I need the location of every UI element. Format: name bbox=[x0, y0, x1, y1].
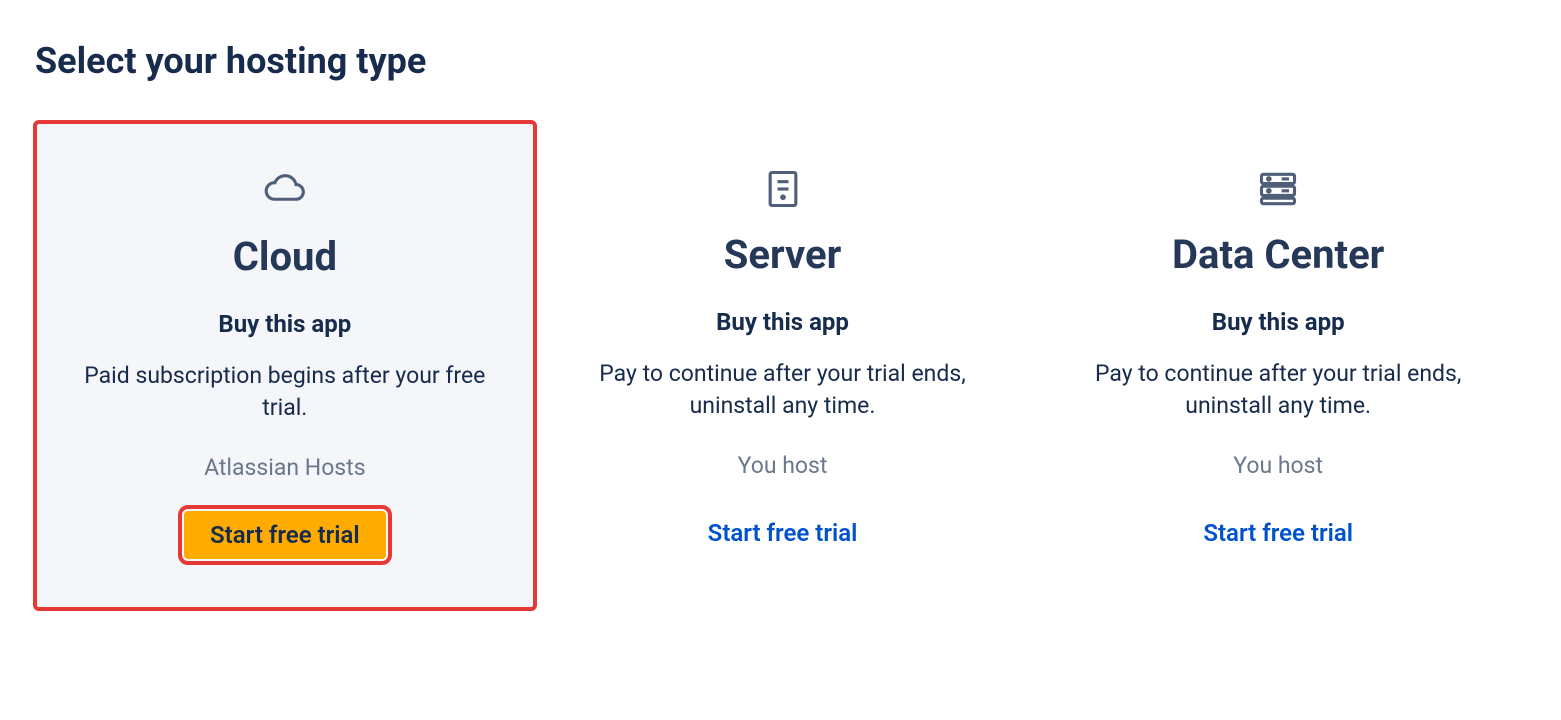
start-free-trial-button[interactable]: Start free trial bbox=[184, 511, 386, 559]
page-title: Select your hosting type bbox=[35, 40, 1526, 82]
card-subtitle: Buy this app bbox=[1060, 308, 1496, 336]
hosting-cards-container: Cloud Buy this app Paid subscription beg… bbox=[35, 122, 1526, 609]
server-icon bbox=[761, 167, 805, 211]
card-subtitle: Buy this app bbox=[67, 310, 503, 338]
card-description: Pay to continue after your trial ends, u… bbox=[1060, 358, 1496, 422]
hosting-card-datacenter[interactable]: Data Center Buy this app Pay to continue… bbox=[1030, 122, 1526, 609]
card-title: Server bbox=[565, 231, 1001, 278]
card-host-label: You host bbox=[1060, 452, 1496, 479]
hosting-card-cloud[interactable]: Cloud Buy this app Paid subscription beg… bbox=[35, 122, 535, 609]
card-subtitle: Buy this app bbox=[565, 308, 1001, 336]
card-description: Paid subscription begins after your free… bbox=[67, 360, 503, 424]
card-title: Data Center bbox=[1060, 231, 1496, 278]
datacenter-icon bbox=[1256, 167, 1300, 211]
card-description: Pay to continue after your trial ends, u… bbox=[565, 358, 1001, 422]
cloud-icon bbox=[263, 169, 307, 213]
start-free-trial-link[interactable]: Start free trial bbox=[708, 509, 858, 557]
card-title: Cloud bbox=[67, 233, 503, 280]
card-host-label: Atlassian Hosts bbox=[67, 454, 503, 481]
card-host-label: You host bbox=[565, 452, 1001, 479]
hosting-card-server[interactable]: Server Buy this app Pay to continue afte… bbox=[535, 122, 1031, 609]
start-free-trial-link[interactable]: Start free trial bbox=[1203, 509, 1353, 557]
